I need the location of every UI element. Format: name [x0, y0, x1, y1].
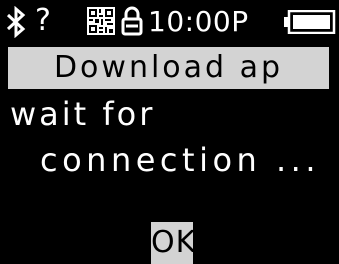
qr-code-icon — [87, 7, 115, 39]
screen-title: Download ap — [8, 47, 329, 89]
lock-icon — [121, 6, 143, 40]
unknown-status-mark: ? — [35, 3, 51, 38]
battery-full-icon — [284, 9, 336, 38]
bluetooth-icon — [4, 5, 30, 42]
status-bar: ? 10:00P — [0, 0, 339, 42]
message-line-1: wait for — [10, 95, 156, 133]
clock-time: 10:00P — [148, 5, 249, 38]
ok-button[interactable]: OK — [151, 222, 195, 264]
message-line-2: connection ... — [40, 141, 320, 179]
